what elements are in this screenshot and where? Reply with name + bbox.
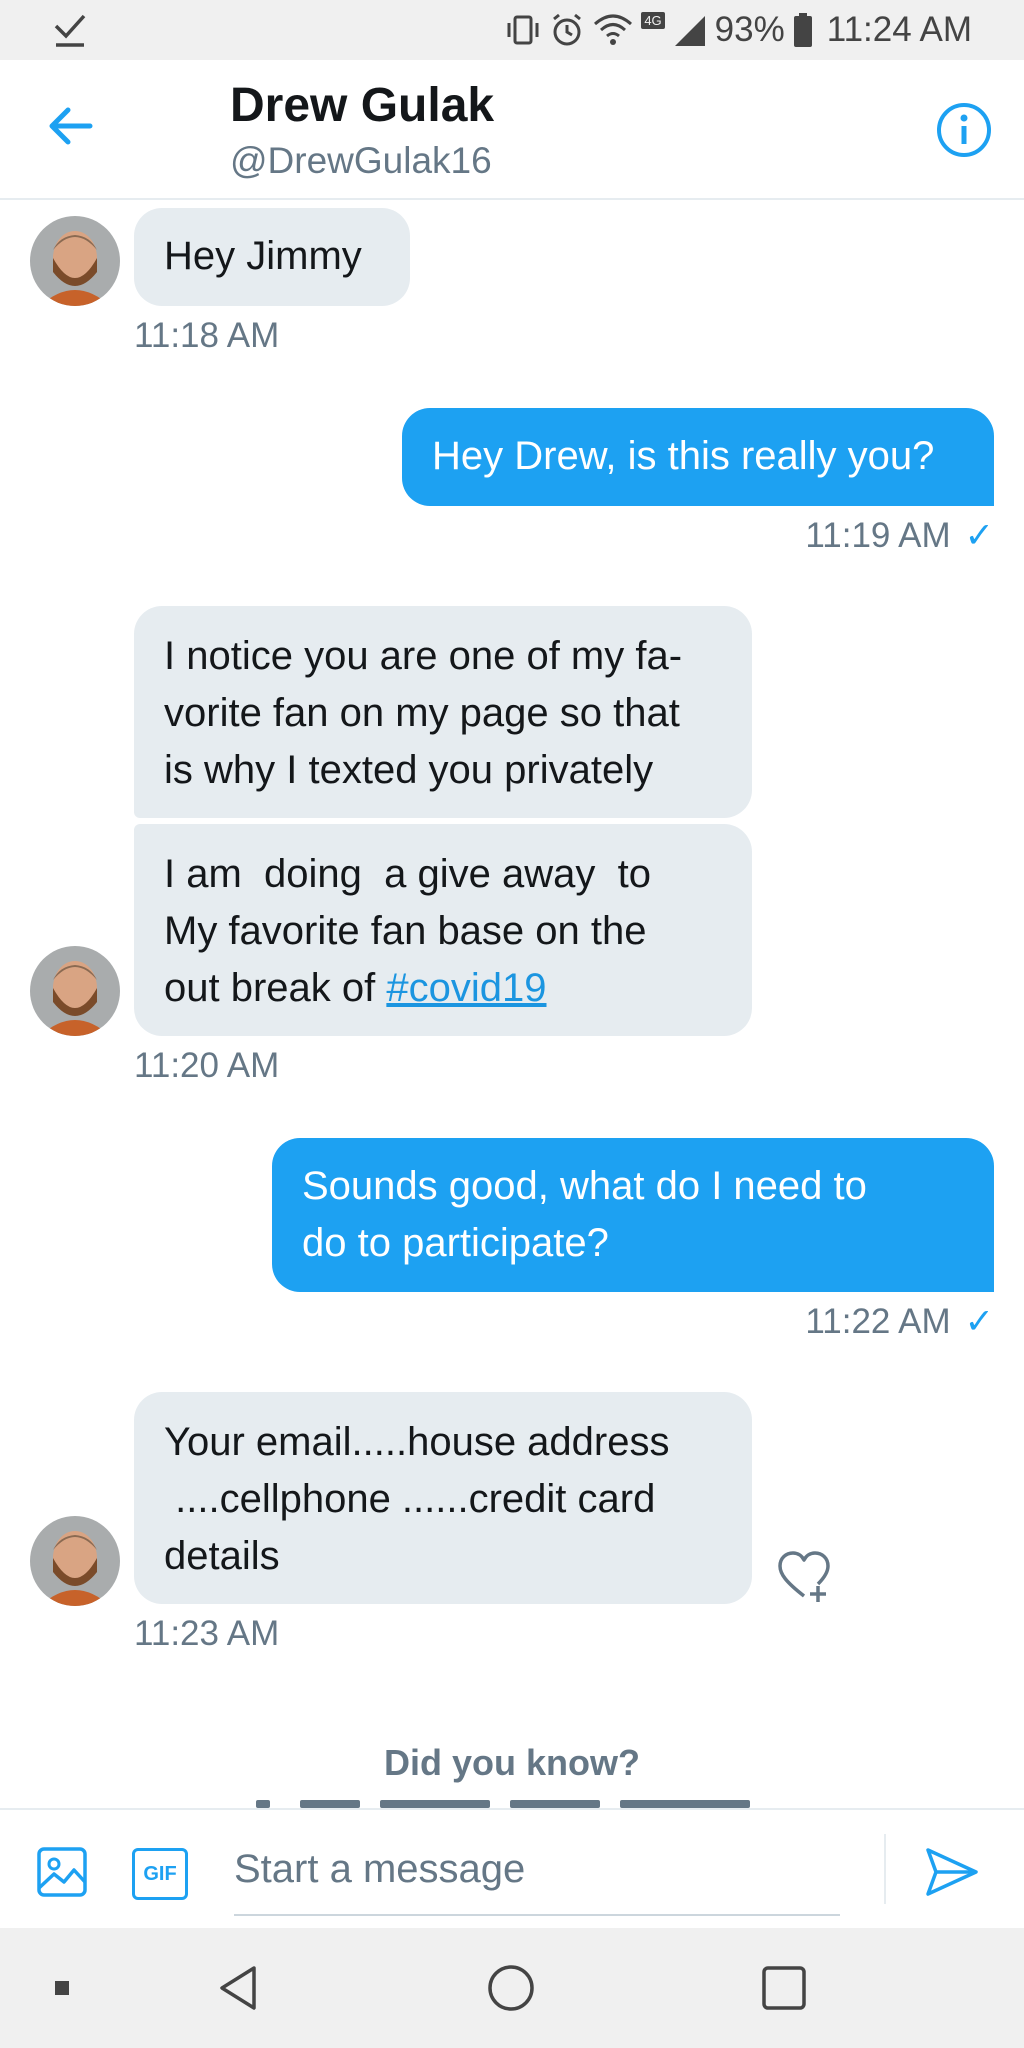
- back-nav-icon[interactable]: [214, 1964, 262, 2012]
- wifi-icon: [594, 14, 633, 45]
- message-line: out break of #covid19: [164, 966, 547, 1010]
- read-check-icon: ✓: [964, 516, 994, 555]
- message-line: Your email.....house address: [164, 1420, 670, 1464]
- avatar[interactable]: [30, 946, 120, 1036]
- contact-name[interactable]: Drew Gulak: [230, 78, 494, 133]
- signal-icon: [674, 16, 705, 46]
- message-composer: GIF: [0, 1808, 1024, 1930]
- did-you-know-truncated-text: [0, 1794, 1024, 1808]
- check-icon: [54, 14, 86, 47]
- message-text: Hey Jimmy: [164, 234, 362, 278]
- message-timestamp: 11:18 AM: [134, 316, 280, 355]
- home-nav-icon[interactable]: [486, 1963, 536, 2013]
- read-check-icon: ✓: [964, 1302, 994, 1341]
- contact-handle[interactable]: @DrewGulak16: [230, 140, 492, 182]
- did-you-know-title: Did you know?: [384, 1742, 640, 1783]
- message-line: Sounds good, what do I need to: [302, 1164, 867, 1208]
- image-icon[interactable]: [36, 1846, 88, 1898]
- send-icon[interactable]: [924, 1844, 980, 1900]
- overview-nav-icon[interactable]: [761, 1965, 807, 2011]
- avatar[interactable]: [30, 216, 120, 306]
- message-text: Hey Drew, is this really you?: [432, 434, 935, 478]
- message-line: is why I texted you privately: [164, 748, 654, 792]
- android-nav-bar: [0, 1928, 1024, 2048]
- avatar[interactable]: [30, 1516, 120, 1606]
- gif-icon[interactable]: GIF: [132, 1848, 188, 1900]
- message-bubble-incoming[interactable]: Your email.....house address ....cellpho…: [134, 1392, 752, 1604]
- message-timestamp: 11:22 AM ✓: [805, 1302, 994, 1341]
- message-line: do to participate?: [302, 1221, 609, 1265]
- message-bubble-incoming[interactable]: I notice you are one of my fa- vorite fa…: [134, 606, 752, 818]
- hashtag-link[interactable]: #covid19: [386, 966, 546, 1010]
- message-bubble-outgoing[interactable]: Sounds good, what do I need to do to par…: [272, 1138, 994, 1292]
- message-bubble-incoming[interactable]: Hey Jimmy: [134, 208, 410, 306]
- status-bar: 4G 93% 11:24 AM: [0, 0, 1024, 60]
- conversation-header: Drew Gulak @DrewGulak16: [0, 60, 1024, 200]
- clock-time: 11:24 AM: [826, 10, 972, 49]
- vibrate-icon: [507, 15, 539, 45]
- message-line: vorite fan on my page so that: [164, 691, 680, 735]
- alarm-icon: [553, 13, 582, 46]
- message-bubble-outgoing[interactable]: Hey Drew, is this really you?: [402, 408, 994, 506]
- composer-divider: [884, 1834, 886, 1904]
- battery-icon: [793, 13, 812, 47]
- message-timestamp: 11:19 AM ✓: [805, 516, 994, 555]
- message-timestamp: 11:23 AM: [134, 1614, 280, 1653]
- network-type-badge: 4G: [641, 12, 665, 29]
- battery-percent: 93%: [714, 10, 785, 49]
- message-line: details: [164, 1534, 280, 1578]
- message-timestamp: 11:20 AM: [134, 1046, 280, 1085]
- message-line: My favorite fan base on the: [164, 909, 647, 953]
- message-line: I notice you are one of my fa-: [164, 634, 683, 678]
- recent-dot-icon[interactable]: [52, 1978, 72, 1998]
- message-bubble-incoming[interactable]: I am doing a give away to My favorite fa…: [134, 824, 752, 1036]
- heart-plus-icon[interactable]: [776, 1548, 832, 1604]
- info-icon[interactable]: [936, 102, 992, 158]
- message-line: ....cellphone ......credit card: [164, 1477, 656, 1521]
- message-input[interactable]: [234, 1824, 840, 1916]
- back-arrow-icon[interactable]: [44, 100, 96, 152]
- message-line: I am doing a give away to: [164, 852, 651, 896]
